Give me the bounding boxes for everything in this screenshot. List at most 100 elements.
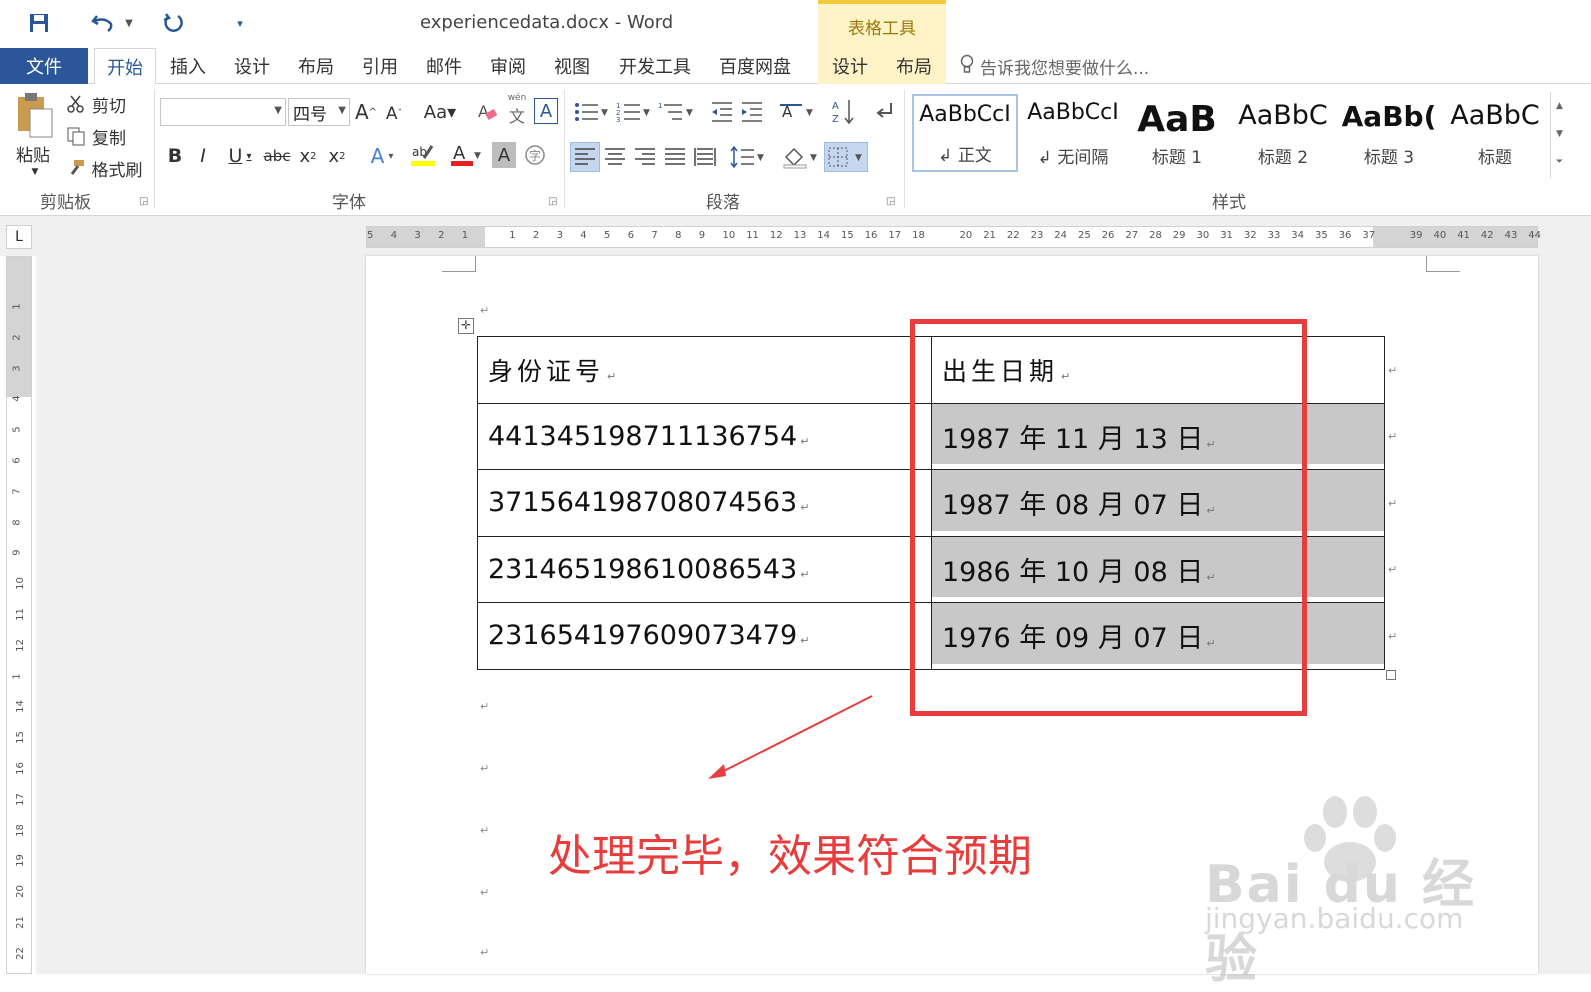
chevron-up-icon[interactable]: ▲	[1551, 92, 1568, 120]
line-spacing-icon[interactable]: ▼	[728, 142, 768, 172]
sort-icon[interactable]: AZ	[830, 96, 858, 128]
phonetic-guide-icon[interactable]: wén 文	[504, 93, 530, 126]
superscript-icon[interactable]: x2	[324, 142, 350, 170]
ruler-tick: 3	[556, 230, 563, 241]
copy-button[interactable]: 复制	[88, 124, 130, 149]
svg-text:▼: ▼	[686, 108, 693, 118]
ruler-tick: 18	[14, 823, 26, 837]
style-title[interactable]: AaBbC 标题	[1442, 94, 1548, 172]
svg-text:▼: ▼	[757, 153, 764, 163]
font-name-combo[interactable]: ▼	[160, 98, 286, 126]
ruler-tick: 1	[461, 230, 469, 241]
change-case-icon[interactable]: Aa▾	[420, 98, 460, 126]
character-border-icon[interactable]: A	[534, 98, 558, 124]
clear-formatting-icon[interactable]: A	[474, 98, 500, 126]
multilevel-list-icon[interactable]: 1 ▼	[656, 98, 698, 126]
style-heading-2[interactable]: AaBbC 标题 2	[1230, 94, 1336, 172]
styles-group-label: 样式	[1212, 193, 1246, 213]
table-cell[interactable]: 身份证号 ↵	[477, 336, 932, 404]
vertical-ruler[interactable]: 1 2 3 4 5 6 7 8 9 10 11 12 1 14 15 16 17 18 19 20 21 22	[6, 256, 32, 974]
underline-icon[interactable]: U ▾	[220, 142, 260, 170]
chevron-down-icon[interactable]: ▼	[1551, 120, 1568, 148]
tab-design[interactable]: 设计	[224, 48, 280, 84]
paragraph-launcher-icon[interactable]: ◲	[886, 196, 895, 207]
format-painter-button[interactable]: 格式刷	[88, 156, 146, 181]
style-no-spacing[interactable]: AaBbCcI ↲ 无间隔	[1020, 94, 1126, 172]
style-heading-3[interactable]: AaBb( 标题 3	[1336, 94, 1442, 172]
strikethrough-icon[interactable]: abc	[262, 142, 292, 170]
bold-icon[interactable]: B	[164, 142, 186, 170]
justify-icon[interactable]	[660, 142, 690, 172]
numbering-icon[interactable]: 1 2 3 ▼	[614, 98, 654, 126]
italic-icon[interactable]: I	[192, 142, 214, 170]
tab-developer[interactable]: 开发工具	[612, 48, 698, 84]
increase-indent-icon[interactable]	[738, 98, 766, 126]
style-heading-1[interactable]: AaB 标题 1	[1124, 94, 1230, 172]
tab-file[interactable]: 文件	[0, 48, 88, 84]
tab-references[interactable]: 引用	[352, 48, 408, 84]
table-cell[interactable]: 441345198711136754 ↵	[477, 402, 932, 470]
chinese-layout-icon[interactable]: A ▼	[778, 98, 818, 126]
ruler-tick: 30	[1196, 230, 1210, 241]
align-center-icon[interactable]	[600, 142, 630, 172]
tab-table-design[interactable]: 设计	[818, 48, 882, 84]
table-cell[interactable]: 231465198610086543 ↵	[477, 535, 932, 603]
table-move-handle-icon[interactable]: ✛	[458, 318, 474, 334]
grow-font-icon[interactable]: A ^	[354, 98, 378, 126]
align-left-icon[interactable]	[570, 142, 600, 172]
undo-icon[interactable]	[86, 8, 120, 38]
distributed-icon[interactable]	[690, 142, 720, 172]
copy-icon[interactable]	[64, 124, 88, 148]
ruler-tick: 22	[14, 946, 26, 960]
decrease-indent-icon[interactable]	[708, 98, 736, 126]
paste-button[interactable]: 粘贴	[10, 142, 56, 166]
format-painter-icon[interactable]	[64, 156, 88, 180]
ruler-tick: 16	[14, 762, 26, 775]
subscript-icon[interactable]: x2	[296, 142, 320, 170]
font-color-icon[interactable]: A ▼	[446, 140, 486, 170]
customize-toolbar-icon[interactable]: ▾	[232, 8, 248, 38]
tab-home[interactable]: 开始	[94, 48, 156, 85]
tab-view[interactable]: 视图	[544, 48, 600, 84]
tab-layout[interactable]: 布局	[288, 48, 344, 84]
borders-icon[interactable]: ▼	[824, 142, 868, 172]
tab-selector[interactable]: L	[6, 225, 32, 249]
paste-dropdown-icon[interactable]: ▼	[28, 166, 42, 178]
tab-insert[interactable]: 插入	[160, 48, 216, 84]
shading-icon[interactable]: ▼	[780, 142, 822, 172]
paste-icon[interactable]	[10, 90, 60, 140]
style-normal[interactable]: AaBbCcI ↲ 正文	[912, 94, 1018, 172]
ruler-tick: 11	[746, 230, 759, 241]
redo-icon[interactable]	[158, 8, 188, 38]
ruler-tick: 1	[11, 672, 23, 680]
styles-more-icon[interactable]: ⏷	[1551, 148, 1568, 176]
cut-button[interactable]: 剪切	[88, 92, 130, 117]
tell-me-search[interactable]: 告诉我您想要做什么...	[960, 48, 1149, 84]
font-size-combo[interactable]: 四号 ▼	[288, 98, 350, 126]
table-cell[interactable]: 231654197609073479 ↵	[477, 602, 932, 670]
highlight-icon[interactable]: ab	[404, 140, 444, 170]
ruler-tick: 6	[11, 457, 23, 464]
character-shading-icon[interactable]: A	[492, 142, 516, 168]
scissors-icon[interactable]	[64, 92, 88, 116]
shrink-font-icon[interactable]: Aˇ	[382, 100, 406, 128]
tab-review[interactable]: 审阅	[480, 48, 536, 84]
save-icon[interactable]	[24, 8, 54, 38]
undo-dropdown-icon[interactable]: ▼	[122, 8, 136, 38]
tab-mailings[interactable]: 邮件	[416, 48, 472, 84]
ruler-tick: 23	[1030, 230, 1044, 241]
bullets-icon[interactable]: ▼	[572, 98, 612, 126]
horizontal-ruler[interactable]: 5 4 3 2 1 1 2 3 4 5 6 7 8 9 10 11 12 13 14 15 16 17 18 20 21 22 23…	[366, 226, 1541, 248]
table-resize-handle[interactable]	[1386, 670, 1396, 680]
font-launcher-icon[interactable]: ◲	[548, 196, 557, 207]
show-paragraph-marks-icon[interactable]	[870, 98, 898, 126]
enclose-characters-icon[interactable]: 字	[522, 142, 548, 168]
style-name: 标题	[1478, 148, 1512, 168]
align-right-icon[interactable]	[630, 142, 660, 172]
text-effects-icon[interactable]: A ▾	[362, 142, 402, 170]
tab-baidu-netdisk[interactable]: 百度网盘	[712, 48, 798, 84]
clipboard-launcher-icon[interactable]: ◲	[139, 196, 148, 207]
arrow-icon	[708, 695, 873, 779]
tab-table-layout[interactable]: 布局	[882, 48, 946, 84]
table-cell[interactable]: 371564198708074563 ↵	[477, 469, 932, 537]
